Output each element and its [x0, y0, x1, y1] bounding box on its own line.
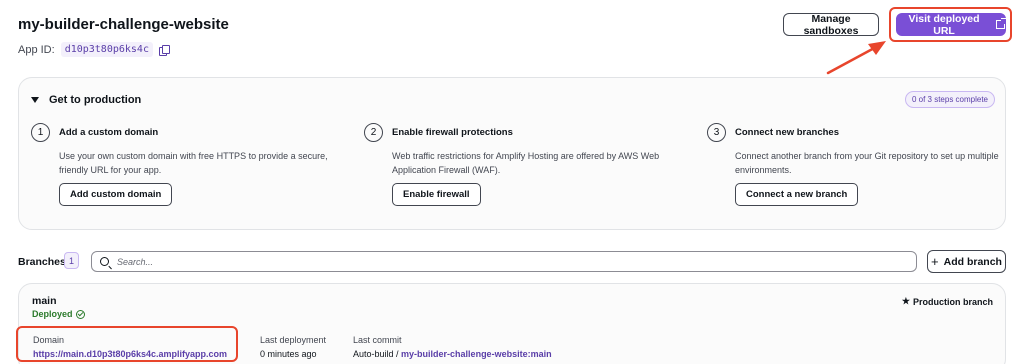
manage-sandboxes-button[interactable]: Manage sandboxes	[783, 12, 879, 37]
app-id-label: App ID:	[18, 43, 55, 56]
deployment-status-label: Deployed	[32, 309, 73, 319]
get-to-production-header[interactable]: Get to production	[31, 94, 141, 106]
visit-deployed-url-button[interactable]: Visit deployed URL	[896, 12, 1007, 37]
last-commit-label: Last commit	[353, 335, 402, 345]
branches-label: Branches	[18, 256, 66, 268]
caret-down-icon	[31, 97, 39, 103]
copy-icon[interactable]	[158, 44, 170, 56]
check-circle-icon	[75, 309, 85, 319]
steps-progress-badge: 0 of 3 steps complete	[904, 91, 995, 108]
add-branch-button[interactable]: + Add branch	[927, 250, 1006, 273]
star-icon: ★	[901, 296, 910, 306]
visit-deployed-url-label: Visit deployed URL	[908, 12, 980, 37]
last-deployment-label: Last deployment	[260, 335, 327, 345]
step-number: 1	[31, 123, 50, 142]
branch-search-input[interactable]	[117, 256, 877, 267]
last-deployment-value: 0 minutes ago	[260, 349, 317, 359]
production-branch-badge: ★ Production branch	[902, 296, 993, 307]
add-branch-label: Add branch	[943, 255, 1002, 268]
step-description: Connect another branch from your Git rep…	[735, 151, 999, 175]
step-title: Connect new branches	[735, 127, 839, 138]
plus-icon: +	[931, 254, 939, 269]
step-title: Enable firewall protections	[392, 127, 513, 138]
app-id-row: App ID: d10p3t80p6ks4c	[18, 42, 170, 57]
connect-new-branch-button[interactable]: Connect a new branch	[735, 183, 859, 206]
production-branch-label: Production branch	[912, 296, 993, 307]
manage-sandboxes-label: Manage sandboxes	[803, 12, 859, 37]
deployment-status: Deployed	[32, 309, 85, 319]
last-commit-prefix: Auto-build /	[353, 349, 399, 359]
step-description: Use your own custom domain with free HTT…	[59, 151, 328, 175]
last-commit-value: Auto-build / my-builder-challenge-websit…	[353, 349, 552, 359]
enable-firewall-button[interactable]: Enable firewall	[392, 183, 481, 206]
get-to-production-panel: Get to production 0 of 3 steps complete …	[18, 77, 1006, 230]
step-number: 3	[707, 123, 726, 142]
add-custom-domain-button[interactable]: Add custom domain	[59, 183, 173, 206]
page-title: my-builder-challenge-website	[18, 16, 229, 33]
branch-card-main[interactable]: main Deployed ★ Production branch Domain…	[18, 283, 1006, 364]
last-commit-link[interactable]: my-builder-challenge-website:main	[401, 349, 552, 359]
step-number: 2	[364, 123, 383, 142]
branch-search-box[interactable]	[91, 251, 917, 272]
external-link-icon	[996, 18, 1007, 29]
domain-link[interactable]: https://main.d10p3t80p6ks4c.amplifyapp.c…	[33, 349, 227, 359]
search-icon	[100, 257, 109, 266]
app-id-value: d10p3t80p6ks4c	[60, 42, 153, 57]
branch-name: main	[32, 295, 57, 307]
step-description: Web traffic restrictions for Amplify Hos…	[392, 151, 660, 175]
domain-label: Domain	[33, 335, 65, 345]
get-to-production-title: Get to production	[49, 94, 142, 106]
step-title: Add a custom domain	[59, 127, 159, 138]
branches-count-badge: 1	[64, 252, 79, 269]
